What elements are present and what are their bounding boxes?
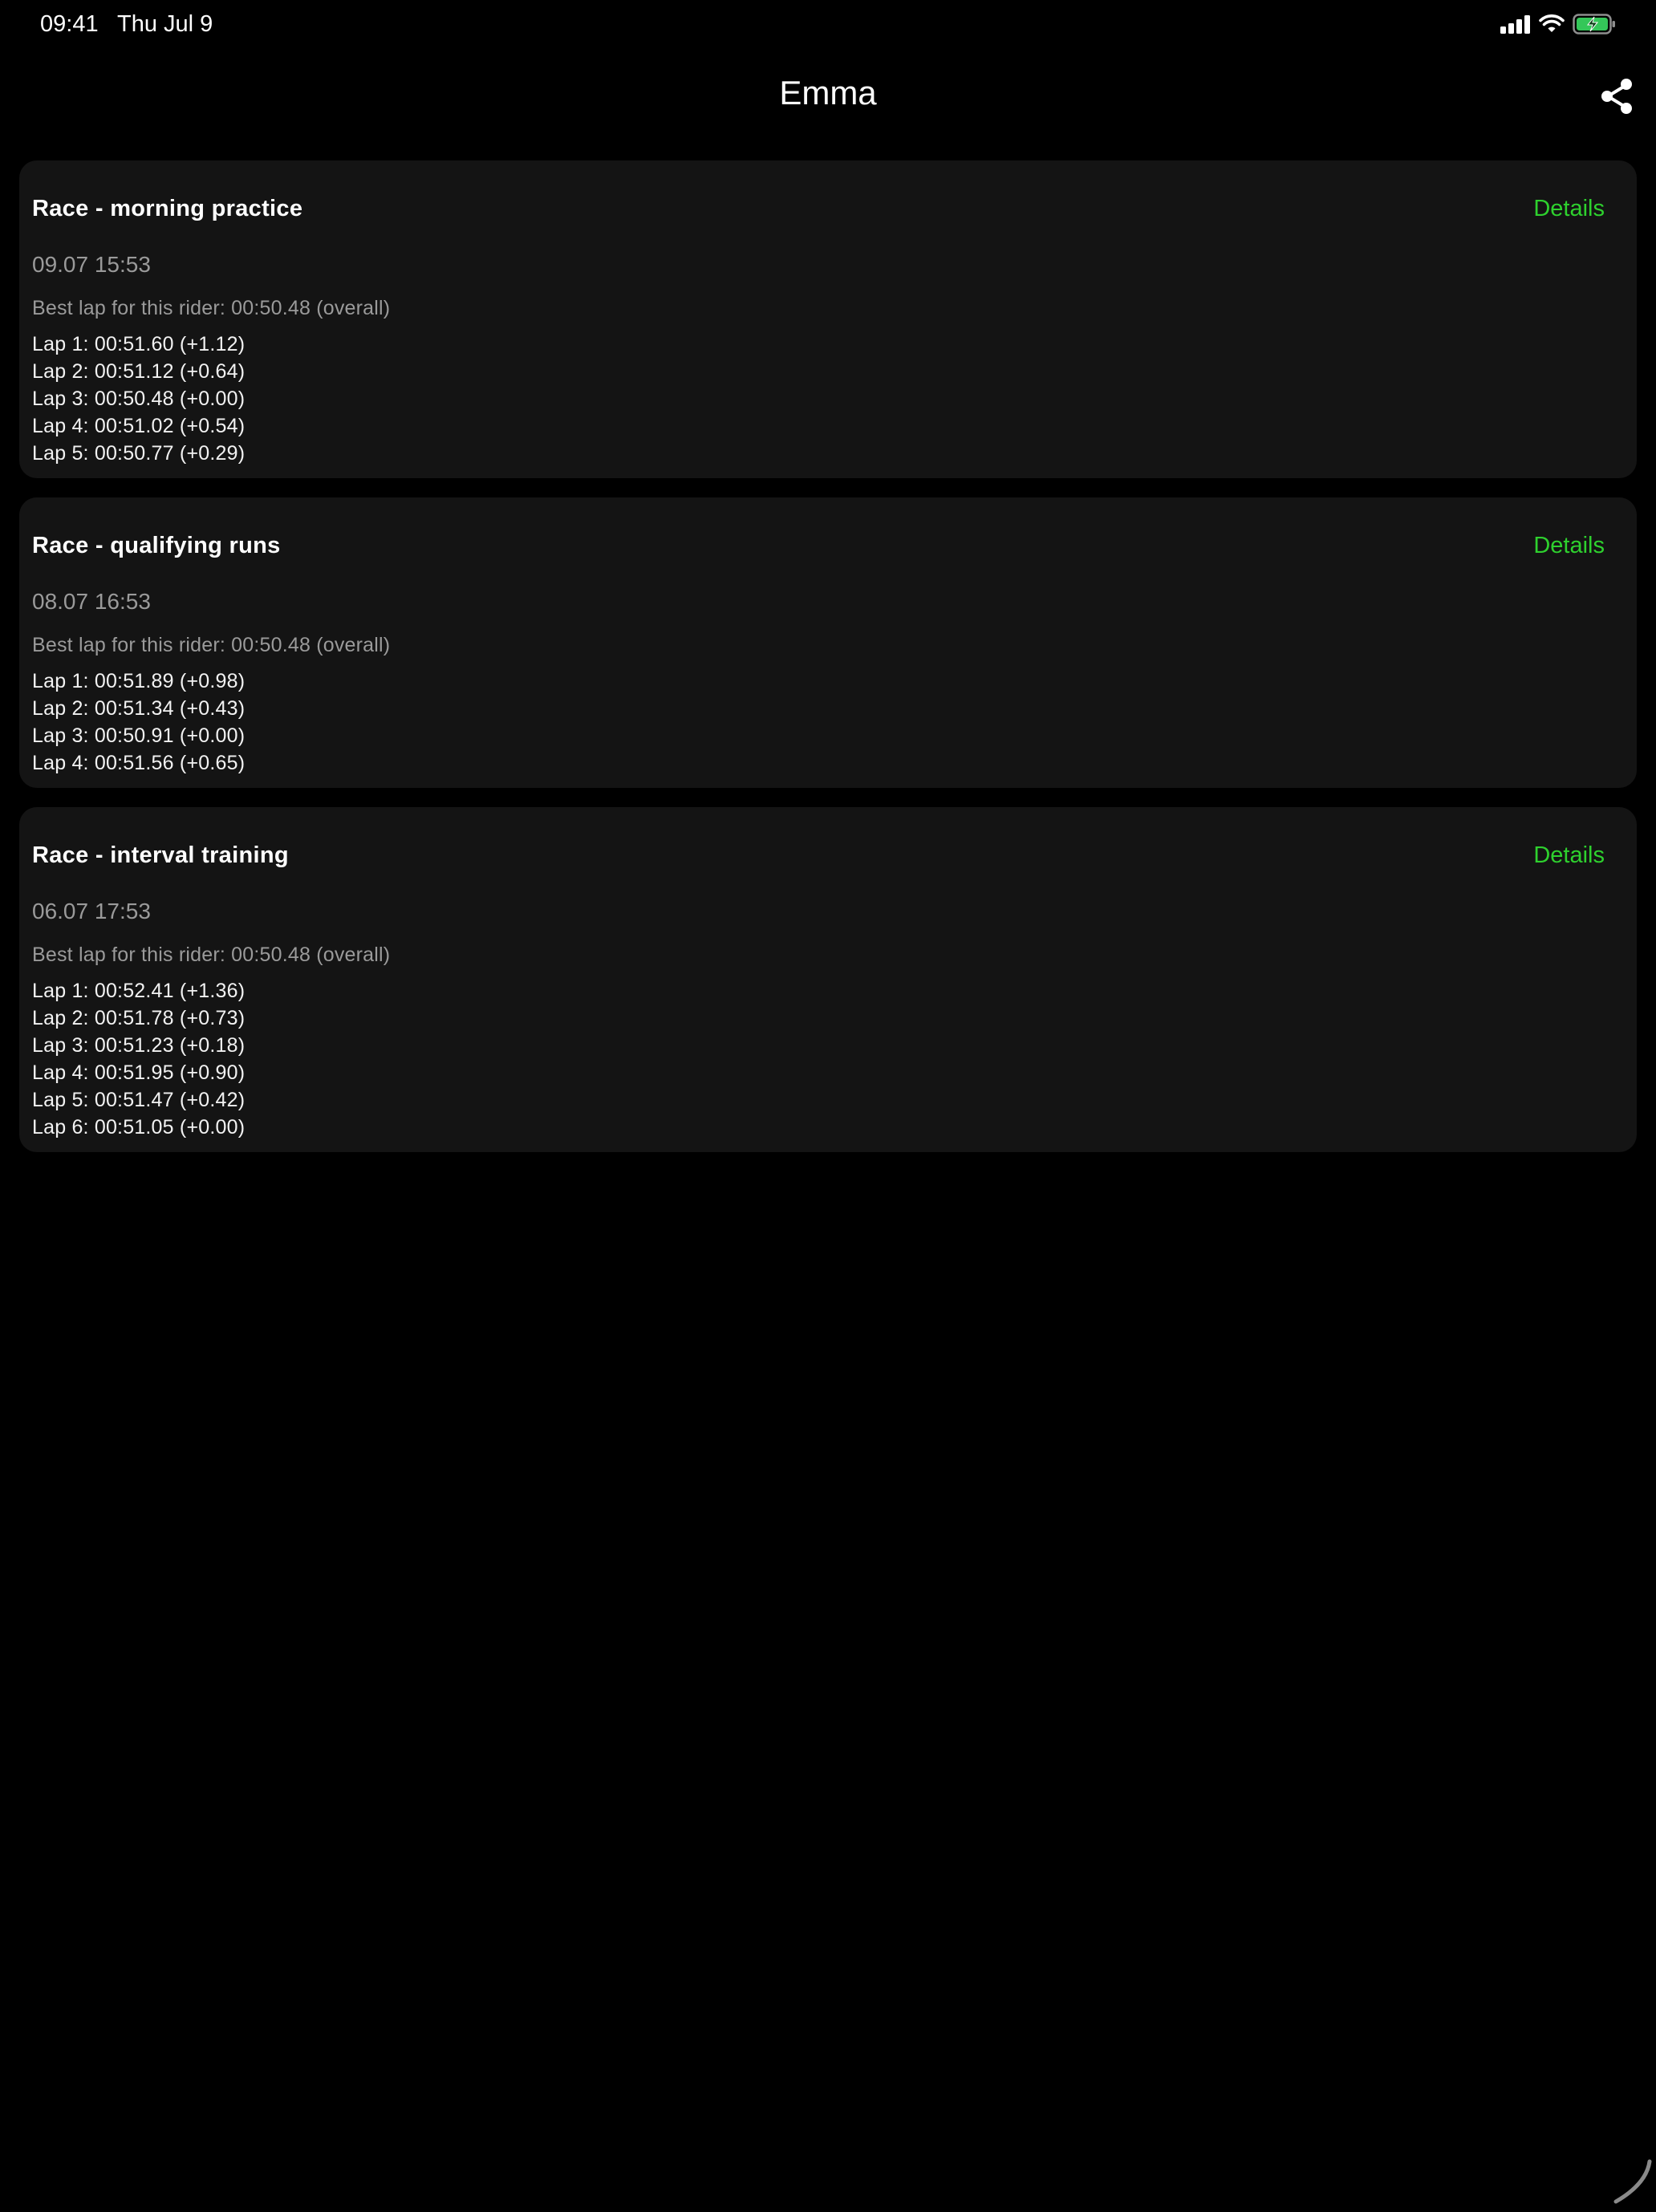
lap-list: Lap 1: 00:51.89 (+0.98) Lap 2: 00:51.34 … [32,668,245,777]
status-time: 09:41 [40,11,99,37]
lap-item: Lap 2: 00:51.12 (+0.64) [32,360,246,383]
status-bar: 09:41 Thu Jul 9 [0,0,1656,51]
race-title: Race - interval training [32,842,289,868]
race-date: 06.07 17:53 [32,899,151,923]
lap-item: Lap 1: 00:51.89 (+0.98) [32,670,246,692]
battery-charging-icon [1573,13,1616,39]
race-title: Race - qualifying runs [32,533,281,558]
lap-item: Lap 4: 00:51.02 (+0.54) [32,415,246,437]
lap-item: Lap 3: 00:50.48 (+0.00) [32,388,246,410]
details-button[interactable]: Details [1533,842,1605,869]
race-card: Race - morning practice Details 09.07 15… [19,160,1637,478]
race-card: Race - qualifying runs Details 08.07 16:… [19,497,1637,788]
share-icon [1600,79,1635,119]
race-card: Race - interval training Details 06.07 1… [19,807,1637,1152]
race-date: 08.07 16:53 [32,589,151,614]
cellular-signal-icon [1500,14,1531,38]
lap-list: Lap 1: 00:52.41 (+1.36) Lap 2: 00:51.78 … [32,977,245,1141]
lap-item: Lap 2: 00:51.34 (+0.43) [32,697,246,720]
lap-item: Lap 2: 00:51.78 (+0.73) [32,1007,246,1029]
lap-item: Lap 1: 00:51.60 (+1.12) [32,333,246,355]
share-button[interactable] [1600,77,1635,116]
lap-list: Lap 1: 00:51.60 (+1.12) Lap 2: 00:51.12 … [32,331,245,467]
lap-item: Lap 3: 00:51.23 (+0.18) [32,1034,246,1057]
details-button[interactable]: Details [1533,196,1605,222]
details-button[interactable]: Details [1533,533,1605,559]
lap-item: Lap 3: 00:50.91 (+0.00) [32,724,246,747]
race-title: Race - morning practice [32,196,303,221]
lap-item: Lap 5: 00:51.47 (+0.42) [32,1089,246,1111]
lap-item: Lap 4: 00:51.56 (+0.65) [32,752,246,774]
best-lap-text: Best lap for this rider: 00:50.48 (overa… [32,297,391,319]
lap-item: Lap 1: 00:52.41 (+1.36) [32,980,246,1002]
status-date: Thu Jul 9 [117,11,213,37]
resize-corner-indicator [1608,2157,1656,2208]
page-title: Emma [779,74,877,112]
status-icons [1500,13,1616,39]
best-lap-text: Best lap for this rider: 00:50.48 (overa… [32,944,391,966]
lap-item: Lap 5: 00:50.77 (+0.29) [32,442,246,465]
race-date: 09.07 15:53 [32,252,151,277]
wifi-icon [1539,14,1565,38]
lap-item: Lap 4: 00:51.95 (+0.90) [32,1061,246,1084]
lap-item: Lap 6: 00:51.05 (+0.00) [32,1116,246,1138]
best-lap-text: Best lap for this rider: 00:50.48 (overa… [32,634,391,656]
